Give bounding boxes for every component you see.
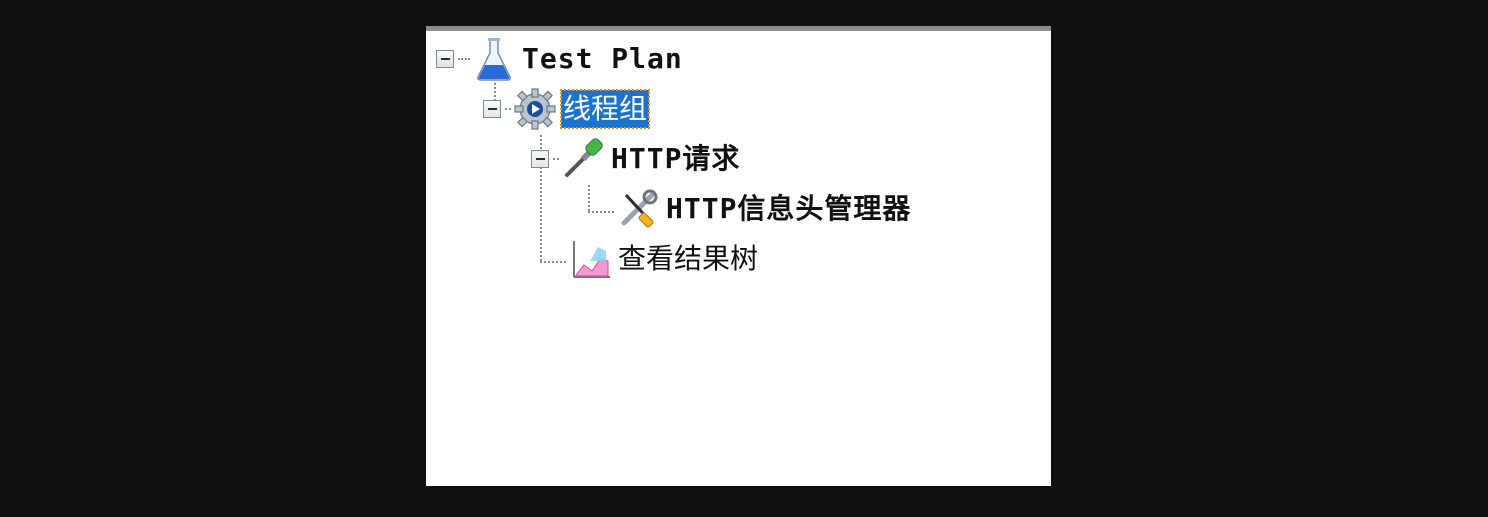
tree-connector — [553, 158, 559, 160]
collapse-toggle[interactable] — [483, 100, 501, 118]
tree-panel: Test Plan 线程组 HTTP请求 HTTP信息头管理器 查看结果树 — [426, 26, 1051, 486]
tree-node-label: 线程组 — [559, 89, 651, 129]
tools-icon — [616, 187, 660, 231]
graph-icon — [568, 237, 612, 281]
test-plan-tree[interactable]: Test Plan 线程组 HTTP请求 HTTP信息头管理器 查看结果树 — [426, 31, 1051, 486]
tree-node-label: HTTP请求 — [611, 142, 741, 175]
gear-icon — [513, 87, 557, 131]
flask-icon — [472, 37, 516, 81]
tree-node-test-plan[interactable]: Test Plan — [436, 34, 685, 84]
tree-node-label: HTTP信息头管理器 — [666, 192, 912, 225]
tree-connector — [458, 58, 470, 60]
tree-node-thread-group[interactable]: 线程组 — [483, 84, 651, 134]
collapse-toggle[interactable] — [531, 150, 549, 168]
tree-node-header-manager[interactable]: HTTP信息头管理器 — [616, 184, 913, 234]
tree-node-http-request[interactable]: HTTP请求 — [531, 134, 742, 184]
tree-node-label: Test Plan — [522, 42, 683, 75]
tree-connector — [588, 211, 614, 213]
pipette-icon — [561, 137, 605, 181]
tree-node-view-results-tree[interactable]: 查看结果树 — [568, 234, 760, 284]
tree-node-label: 查看结果树 — [618, 242, 759, 275]
tree-connector — [588, 185, 590, 211]
collapse-toggle[interactable] — [436, 50, 454, 68]
tree-connector — [540, 261, 566, 263]
tree-connector — [505, 108, 511, 110]
